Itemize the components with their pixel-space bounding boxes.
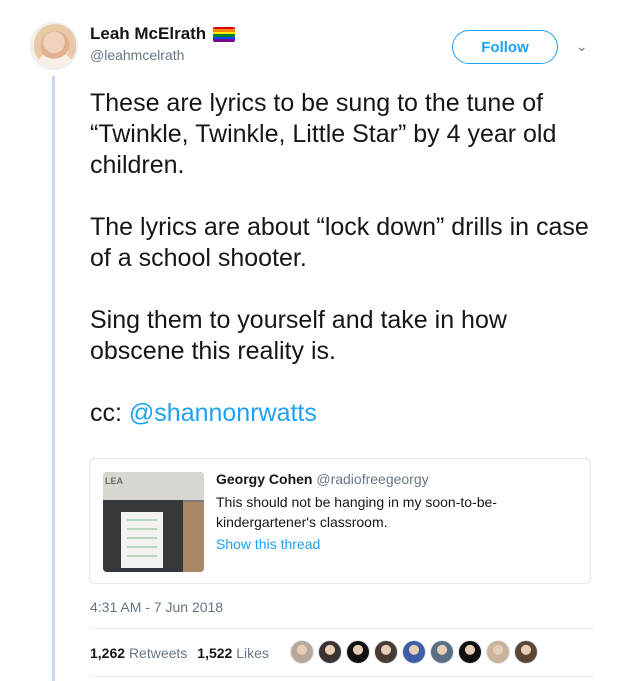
tweet-header: Leah McElrath @leahmcelrath [90, 24, 236, 63]
chevron-down-icon[interactable]: ⌄ [576, 38, 588, 55]
divider [90, 676, 594, 677]
retweets-stat[interactable]: 1,262 Retweets [90, 645, 187, 661]
liker-avatar[interactable] [346, 640, 370, 664]
author-avatar[interactable] [30, 22, 78, 70]
tweet-text: These are lyrics to be sung to the tune … [90, 88, 600, 429]
quoted-author-handle[interactable]: @radiofreegeorgy [316, 471, 428, 487]
mention-link[interactable]: @shannonrwatts [129, 399, 317, 427]
tweet-stats: 1,262 Retweets 1,522 Likes [90, 645, 269, 661]
quoted-tweet-text: This should not be hanging in my soon-to… [216, 494, 497, 530]
liker-avatar[interactable] [402, 640, 426, 664]
likes-stat[interactable]: 1,522 Likes [197, 645, 269, 661]
liker-avatar[interactable] [514, 640, 538, 664]
liker-avatar[interactable] [290, 640, 314, 664]
quoted-author-name[interactable]: Georgy Cohen [216, 471, 312, 487]
liker-avatar[interactable] [458, 640, 482, 664]
tweet-paragraph: Sing them to yourself and take in how ob… [90, 306, 507, 365]
thread-line [52, 76, 55, 681]
tweet-timestamp[interactable]: 4:31 AM - 7 Jun 2018 [90, 599, 223, 615]
thumbnail-sign-text: LEA [105, 476, 123, 486]
tweet-paragraph: The lyrics are about “lock down” drills … [90, 213, 589, 272]
liker-avatar[interactable] [318, 640, 342, 664]
author-name[interactable]: Leah McElrath [90, 24, 206, 44]
follow-button[interactable]: Follow [452, 30, 558, 64]
tweet-paragraph: These are lyrics to be sung to the tune … [90, 89, 557, 179]
quoted-tweet-thumbnail[interactable]: LEA [103, 472, 204, 572]
author-handle[interactable]: @leahmcelrath [90, 47, 235, 63]
cc-prefix: cc: [90, 399, 129, 427]
divider [90, 628, 594, 629]
rainbow-flag-icon [213, 26, 236, 42]
show-thread-link[interactable]: Show this thread [216, 536, 576, 552]
cc-line: cc: @shannonrwatts [90, 398, 600, 429]
liker-avatar[interactable] [486, 640, 510, 664]
liker-avatar[interactable] [374, 640, 398, 664]
liker-avatars [290, 640, 538, 664]
quoted-tweet-card[interactable]: LEA Georgy Cohen @radiofreegeorgy This s… [89, 458, 591, 584]
liker-avatar[interactable] [430, 640, 454, 664]
